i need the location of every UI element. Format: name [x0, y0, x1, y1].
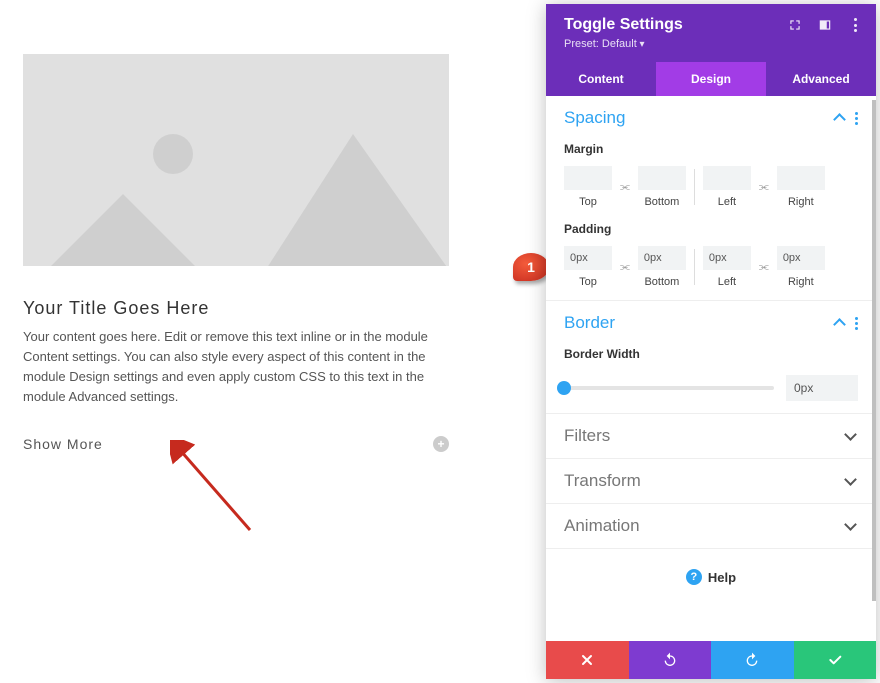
cancel-button[interactable]: [546, 641, 629, 679]
section-animation: Animation: [546, 504, 876, 549]
preview-body: Your content goes here. Edit or remove t…: [23, 327, 449, 408]
panel-body: Spacing Margin Top ⫘ Bottom: [546, 96, 876, 641]
section-more-icon[interactable]: [855, 112, 858, 125]
preview-title: Your Title Goes Here: [23, 298, 449, 319]
callout-1: 1: [513, 253, 549, 281]
undo-button[interactable]: [629, 641, 712, 679]
preset-selector[interactable]: Preset: Default: [564, 38, 862, 50]
tab-design[interactable]: Design: [656, 62, 766, 96]
margin-left-input[interactable]: [703, 166, 751, 190]
chevron-up-icon: [835, 112, 847, 124]
section-more-icon[interactable]: [855, 317, 858, 330]
margin-top-input[interactable]: [564, 166, 612, 190]
chevron-down-icon: [846, 430, 858, 442]
margin-link-icon-2[interactable]: ⫘: [759, 181, 769, 194]
padding-inputs: Top ⫘ Bottom Left ⫘: [564, 246, 858, 288]
check-icon: [827, 652, 843, 668]
tab-content[interactable]: Content: [546, 62, 656, 96]
slider-thumb[interactable]: [557, 381, 571, 395]
section-filters-header[interactable]: Filters: [564, 426, 858, 446]
tabs: Content Design Advanced: [546, 62, 876, 96]
more-icon[interactable]: [848, 18, 862, 32]
panel-header: Toggle Settings Preset: Default: [546, 4, 876, 62]
padding-link-icon-2[interactable]: ⫘: [759, 261, 769, 274]
save-button[interactable]: [794, 641, 877, 679]
border-width-control: [564, 375, 858, 401]
margin-label: Margin: [564, 142, 858, 156]
redo-icon: [744, 652, 760, 668]
padding-top-input[interactable]: [564, 246, 612, 270]
section-spacing: Spacing Margin Top ⫘ Bottom: [546, 96, 876, 301]
show-more-row[interactable]: Show More +: [23, 436, 449, 452]
plus-icon: +: [433, 436, 449, 452]
image-placeholder-icon: [23, 54, 449, 266]
section-transform: Transform: [546, 459, 876, 504]
margin-inputs: Top ⫘ Bottom Left ⫘: [564, 166, 858, 208]
chevron-up-icon: [835, 317, 847, 329]
chevron-down-icon: [846, 475, 858, 487]
redo-button[interactable]: [711, 641, 794, 679]
help-link[interactable]: ? Help: [686, 569, 736, 585]
margin-link-icon[interactable]: ⫘: [620, 181, 630, 194]
border-width-input[interactable]: [786, 375, 858, 401]
section-transform-header[interactable]: Transform: [564, 471, 858, 491]
settings-panel: Toggle Settings Preset: Default Content …: [546, 4, 876, 679]
help-row: ? Help: [546, 549, 876, 595]
border-width-label: Border Width: [564, 347, 858, 361]
close-icon: [579, 652, 595, 668]
padding-link-icon[interactable]: ⫘: [620, 261, 630, 274]
section-filters: Filters: [546, 414, 876, 459]
show-more-label: Show More: [23, 436, 103, 452]
divider: [694, 169, 695, 205]
expand-icon[interactable]: [788, 18, 802, 32]
panel-title: Toggle Settings: [564, 16, 683, 34]
border-width-slider[interactable]: [564, 386, 774, 390]
section-animation-header[interactable]: Animation: [564, 516, 858, 536]
chevron-down-icon: [846, 520, 858, 532]
divider: [694, 249, 695, 285]
padding-right-input[interactable]: [777, 246, 825, 270]
panel-footer: [546, 641, 876, 679]
panel-dock-icon[interactable]: [818, 18, 832, 32]
help-icon: ?: [686, 569, 702, 585]
padding-left-input[interactable]: [703, 246, 751, 270]
content-preview: Your Title Goes Here Your content goes h…: [23, 54, 449, 452]
margin-bottom-input[interactable]: [638, 166, 686, 190]
padding-label: Padding: [564, 222, 858, 236]
annotation-arrow: [170, 440, 260, 540]
section-spacing-header[interactable]: Spacing: [564, 108, 858, 128]
padding-bottom-input[interactable]: [638, 246, 686, 270]
section-border: Border Border Width: [546, 301, 876, 414]
undo-icon: [662, 652, 678, 668]
image-placeholder: [23, 54, 449, 266]
section-border-header[interactable]: Border: [564, 313, 858, 333]
margin-right-input[interactable]: [777, 166, 825, 190]
tab-advanced[interactable]: Advanced: [766, 62, 876, 96]
